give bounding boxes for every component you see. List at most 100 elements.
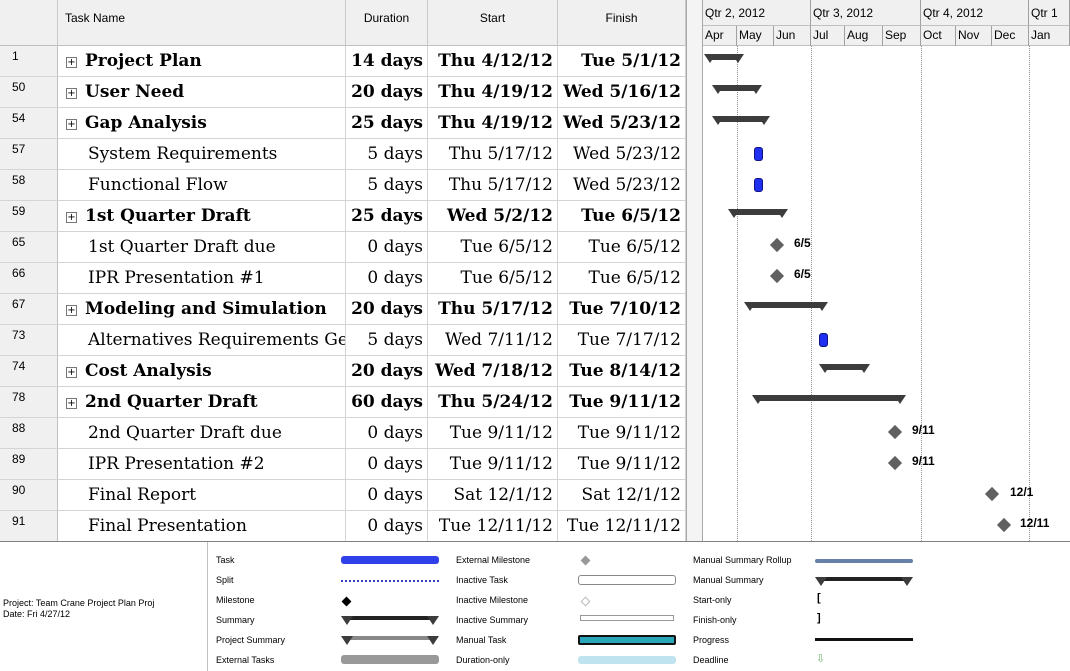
task-name-cell[interactable]: +2nd Quarter Draft: [58, 387, 346, 417]
finish-cell[interactable]: Wed 5/23/12: [558, 170, 686, 200]
duration-cell[interactable]: 0 days: [346, 449, 428, 479]
start-cell[interactable]: Tue 9/11/12: [428, 449, 558, 479]
task-name-cell[interactable]: Functional Flow: [58, 170, 346, 200]
task-bar[interactable]: [754, 178, 763, 192]
task-name-cell[interactable]: + Gap Analysis: [58, 108, 346, 138]
task-name-cell[interactable]: IPR Presentation #1: [58, 263, 346, 293]
table-row[interactable]: 50 + User Need 20 days Thu 4/19/12 Wed 5/16/1…: [0, 77, 693, 108]
header-start[interactable]: Start: [428, 0, 558, 46]
finish-cell[interactable]: Wed 5/23/12: [558, 139, 686, 169]
duration-cell[interactable]: 20 days: [346, 77, 428, 107]
duration-cell[interactable]: 60 days: [346, 387, 428, 417]
table-row[interactable]: 90 Final Report 0 days Sat 12/1/12 Sat 12/1/…: [0, 480, 693, 511]
finish-cell[interactable]: Wed 5/23/12: [558, 108, 686, 138]
finish-cell[interactable]: Tue 6/5/12: [558, 263, 686, 293]
header-task-name[interactable]: Task Name: [58, 0, 346, 46]
summary-bar[interactable]: [712, 116, 770, 125]
summary-bar[interactable]: [744, 302, 828, 311]
duration-cell[interactable]: 0 days: [346, 511, 428, 541]
duration-cell[interactable]: 20 days: [346, 356, 428, 386]
table-row[interactable]: 91 Final Presentation 0 days Tue 12/11/12 Tu…: [0, 511, 693, 541]
finish-cell[interactable]: Tue 6/5/12: [558, 201, 686, 231]
summary-bar[interactable]: [712, 85, 762, 94]
table-row[interactable]: 88 2nd Quarter Draft due 0 days Tue 9/11/12…: [0, 418, 693, 449]
table-row[interactable]: 73 Alternatives Requirements Gen 5 days Wed…: [0, 325, 693, 356]
finish-cell[interactable]: Tue 6/5/12: [558, 232, 686, 262]
duration-cell[interactable]: 20 days: [346, 294, 428, 324]
expand-plus-icon[interactable]: +: [66, 367, 77, 378]
table-row[interactable]: 66 IPR Presentation #1 0 days Tue 6/5/12 Tue…: [0, 263, 693, 294]
finish-cell[interactable]: Tue 12/11/12: [558, 511, 686, 541]
summary-bar[interactable]: [819, 364, 870, 373]
table-row[interactable]: 89 IPR Presentation #2 0 days Tue 9/11/12 Tu…: [0, 449, 693, 480]
task-name-cell[interactable]: + Cost Analysis: [58, 356, 346, 386]
finish-cell[interactable]: Tue 8/14/12: [558, 356, 686, 386]
task-name-cell[interactable]: +1st Quarter Draft: [58, 201, 346, 231]
start-cell[interactable]: Wed 5/2/12: [428, 201, 558, 231]
finish-cell[interactable]: Tue 7/10/12: [558, 294, 686, 324]
summary-bar[interactable]: [752, 395, 906, 404]
expand-plus-icon[interactable]: +: [66, 398, 77, 409]
table-row[interactable]: 59 +1st Quarter Draft 25 days Wed 5/2/12 Tue…: [0, 201, 693, 232]
start-cell[interactable]: Thu 5/24/12: [428, 387, 558, 417]
start-cell[interactable]: Wed 7/11/12: [428, 325, 558, 355]
start-cell[interactable]: Thu 4/19/12: [428, 108, 558, 138]
start-cell[interactable]: Thu 4/12/12: [428, 46, 558, 76]
duration-cell[interactable]: 0 days: [346, 263, 428, 293]
duration-cell[interactable]: 0 days: [346, 418, 428, 448]
duration-cell[interactable]: 0 days: [346, 232, 428, 262]
finish-cell[interactable]: Tue 7/17/12: [558, 325, 686, 355]
milestone-diamond[interactable]: [769, 268, 785, 284]
start-cell[interactable]: Tue 6/5/12: [428, 263, 558, 293]
finish-cell[interactable]: Tue 9/11/12: [558, 418, 686, 448]
finish-cell[interactable]: Sat 12/1/12: [558, 480, 686, 510]
start-cell[interactable]: Tue 6/5/12: [428, 232, 558, 262]
duration-cell[interactable]: 5 days: [346, 139, 428, 169]
task-name-cell[interactable]: Final Report: [58, 480, 346, 510]
summary-bar[interactable]: [728, 209, 788, 218]
table-row[interactable]: 54 + Gap Analysis 25 days Thu 4/19/12 Wed 5/2…: [0, 108, 693, 139]
expand-plus-icon[interactable]: +: [66, 212, 77, 223]
task-name-cell[interactable]: IPR Presentation #2: [58, 449, 346, 479]
finish-cell[interactable]: Tue 9/11/12: [558, 387, 686, 417]
milestone-diamond[interactable]: [996, 517, 1012, 533]
table-row[interactable]: 74 + Cost Analysis 20 days Wed 7/18/12 Tue 8/…: [0, 356, 693, 387]
duration-cell[interactable]: 25 days: [346, 108, 428, 138]
start-cell[interactable]: Wed 7/18/12: [428, 356, 558, 386]
task-name-cell[interactable]: + Project Plan: [58, 46, 346, 76]
summary-bar[interactable]: [704, 54, 744, 63]
task-name-cell[interactable]: System Requirements: [58, 139, 346, 169]
header-id[interactable]: [0, 0, 58, 46]
start-cell[interactable]: Tue 9/11/12: [428, 418, 558, 448]
table-row[interactable]: 57 System Requirements 5 days Thu 5/17/12 We…: [0, 139, 693, 170]
finish-cell[interactable]: Wed 5/16/12: [558, 77, 686, 107]
start-cell[interactable]: Thu 5/17/12: [428, 294, 558, 324]
finish-cell[interactable]: Tue 5/1/12: [558, 46, 686, 76]
task-name-cell[interactable]: Final Presentation: [58, 511, 346, 541]
header-finish[interactable]: Finish: [558, 0, 686, 46]
task-name-cell[interactable]: 2nd Quarter Draft due: [58, 418, 346, 448]
start-cell[interactable]: Thu 4/19/12: [428, 77, 558, 107]
start-cell[interactable]: Sat 12/1/12: [428, 480, 558, 510]
milestone-diamond[interactable]: [887, 455, 903, 471]
table-row[interactable]: 67 + Modeling and Simulation 20 days Thu 5/1…: [0, 294, 693, 325]
duration-cell[interactable]: 14 days: [346, 46, 428, 76]
start-cell[interactable]: Tue 12/11/12: [428, 511, 558, 541]
duration-cell[interactable]: 5 days: [346, 325, 428, 355]
start-cell[interactable]: Thu 5/17/12: [428, 170, 558, 200]
table-row[interactable]: 78 +2nd Quarter Draft 60 days Thu 5/24/12 Tu…: [0, 387, 693, 418]
expand-plus-icon[interactable]: +: [66, 88, 77, 99]
milestone-diamond[interactable]: [769, 237, 785, 253]
table-row[interactable]: 58 Functional Flow 5 days Thu 5/17/12 Wed 5/…: [0, 170, 693, 201]
header-duration[interactable]: Duration: [346, 0, 428, 46]
task-name-cell[interactable]: Alternatives Requirements Gen: [58, 325, 346, 355]
task-name-cell[interactable]: 1st Quarter Draft due: [58, 232, 346, 262]
split-divider[interactable]: [686, 0, 703, 541]
duration-cell[interactable]: 0 days: [346, 480, 428, 510]
duration-cell[interactable]: 25 days: [346, 201, 428, 231]
task-bar[interactable]: [819, 333, 828, 347]
duration-cell[interactable]: 5 days: [346, 170, 428, 200]
expand-plus-icon[interactable]: +: [66, 305, 77, 316]
table-row[interactable]: 65 1st Quarter Draft due 0 days Tue 6/5/12 T…: [0, 232, 693, 263]
milestone-diamond[interactable]: [887, 424, 903, 440]
